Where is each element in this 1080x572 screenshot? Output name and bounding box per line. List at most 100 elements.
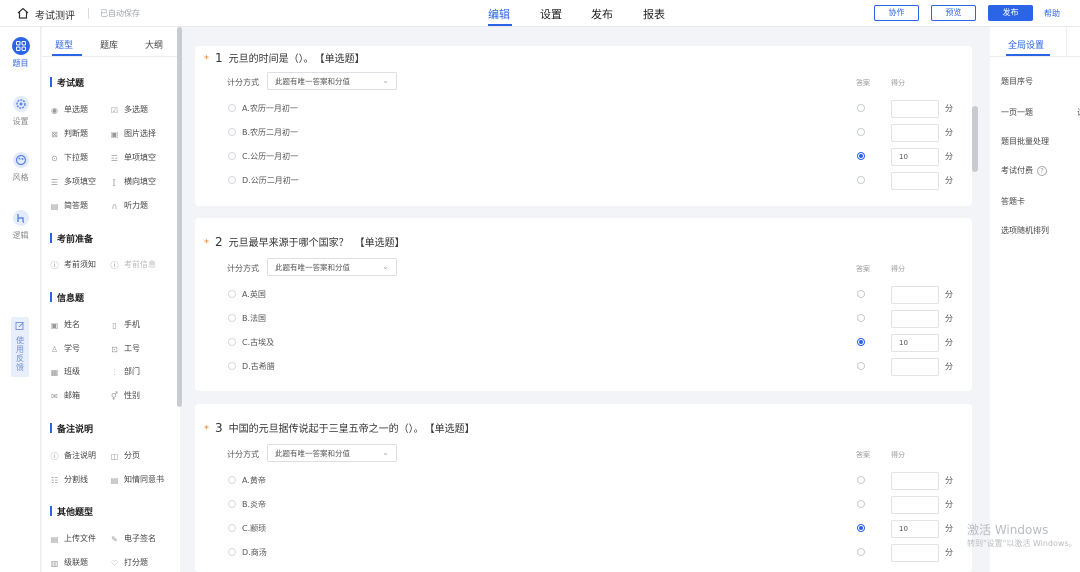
panel-tab-types[interactable]: 题型 — [55, 38, 73, 51]
publish-button[interactable]: 发布 — [988, 5, 1033, 21]
option-label[interactable]: B.炎帝 — [242, 499, 266, 510]
option-label[interactable]: A.黄帝 — [242, 475, 266, 486]
score-input[interactable]: 10 — [891, 520, 939, 538]
score-input[interactable] — [891, 100, 939, 118]
score-input[interactable] — [891, 358, 939, 376]
panel-tab-outline[interactable]: 大纲 — [145, 38, 163, 51]
rail-item-logic[interactable]: 逻辑 — [0, 209, 41, 241]
option-radio — [228, 500, 236, 508]
option-radio — [228, 290, 236, 298]
setting-exam-payment[interactable]: 考试付费? — [1001, 165, 1047, 176]
question-title[interactable]: 元旦的时间是（）。 — [229, 54, 314, 65]
component-cascade[interactable]: ▥ 级联题 — [50, 557, 88, 568]
component-employee-id[interactable]: ⊡ 工号 — [110, 343, 140, 354]
setting-batch-process[interactable]: 题目批量处理 — [1001, 136, 1049, 147]
option-label[interactable]: B.农历二月初一 — [242, 127, 298, 138]
help-icon[interactable]: ? — [1037, 166, 1047, 176]
score-input[interactable] — [891, 172, 939, 190]
setting-answer-card[interactable]: 答题卡 — [1001, 196, 1025, 207]
rail-item-style[interactable]: 风格 — [0, 151, 41, 183]
setting-question-number[interactable]: 题目序号 — [1001, 76, 1033, 87]
component-image-choice[interactable]: ▣ 图片选择 — [110, 128, 156, 139]
component-gender[interactable]: ⚥ 性别 — [110, 390, 140, 401]
answer-radio[interactable] — [857, 104, 865, 112]
component-short-answer[interactable]: ▤ 简答题 — [50, 200, 88, 211]
component-signature[interactable]: ✎ 电子签名 — [110, 533, 156, 544]
component-name[interactable]: ▣ 姓名 — [50, 319, 80, 330]
option-label[interactable]: A.英国 — [242, 289, 266, 300]
component-page-break[interactable]: ◫ 分页 — [110, 450, 140, 461]
component-single-choice[interactable]: ◉ 单选题 — [50, 104, 88, 115]
tab-edit[interactable]: 编辑 — [488, 6, 510, 22]
answer-radio[interactable] — [857, 524, 865, 532]
score-input[interactable]: 10 — [891, 148, 939, 166]
score-input[interactable] — [891, 496, 939, 514]
component-horizontal-fill[interactable]: ⟦ 横向填空 — [110, 176, 156, 187]
answer-radio[interactable] — [857, 500, 865, 508]
component-multi-fill[interactable]: ☰ 多项填空 — [50, 176, 96, 187]
component-single-fill[interactable]: ☲ 单项填空 — [110, 152, 156, 163]
component-true-false[interactable]: ⊠ 判断题 — [50, 128, 88, 139]
score-input[interactable] — [891, 544, 939, 562]
score-method-select[interactable]: 此题有唯一答案和分值 ⌄ — [267, 258, 397, 276]
answer-radio[interactable] — [857, 128, 865, 136]
option-label[interactable]: D.公历二月初一 — [242, 175, 299, 186]
answer-radio[interactable] — [857, 314, 865, 322]
answer-radio[interactable] — [857, 176, 865, 184]
option-label[interactable]: D.商汤 — [242, 547, 267, 558]
answer-radio[interactable] — [857, 338, 865, 346]
answer-radio[interactable] — [857, 290, 865, 298]
score-input[interactable]: 10 — [891, 334, 939, 352]
answer-radio[interactable] — [857, 476, 865, 484]
help-link[interactable]: 帮助 — [1044, 8, 1060, 19]
component-remark[interactable]: ⓘ 备注说明 — [50, 450, 97, 461]
component-dropdown[interactable]: ⊙ 下拉题 — [50, 152, 88, 163]
panel-tab-bank[interactable]: 题库 — [100, 38, 118, 51]
feedback-button[interactable]: 使用反馈 — [11, 317, 29, 377]
option-label[interactable]: C.颛顼 — [242, 523, 266, 534]
collab-button[interactable]: 协作 — [874, 5, 919, 21]
component-email[interactable]: ✉ 邮箱 — [50, 390, 80, 401]
component-class[interactable]: ▦ 班级 — [50, 366, 80, 377]
component-consent[interactable]: ▤ 知情同意书 — [110, 474, 164, 485]
component-listening[interactable]: ∩ 听力题 — [110, 200, 148, 211]
canvas-scrollbar[interactable] — [972, 106, 978, 172]
tab-report[interactable]: 报表 — [643, 6, 665, 22]
score-input[interactable] — [891, 124, 939, 142]
option-label[interactable]: B.法国 — [242, 313, 266, 324]
tab-settings[interactable]: 设置 — [540, 6, 562, 22]
option-label[interactable]: D.古希腊 — [242, 361, 275, 372]
answer-radio[interactable] — [857, 362, 865, 370]
question-card[interactable]: * 3 中国的元旦据传说起于三皇五帝之一的（）。 【单选题】 计分方式 此题有唯一答案… — [195, 404, 972, 572]
answer-radio[interactable] — [857, 152, 865, 160]
component-rating[interactable]: ♡ 打分题 — [110, 557, 148, 568]
score-input[interactable] — [891, 286, 939, 304]
component-student-id[interactable]: ♙ 学号 — [50, 343, 80, 354]
score-input[interactable] — [891, 310, 939, 328]
option-label[interactable]: C.公历一月初一 — [242, 151, 298, 162]
component-department[interactable]: ⫶ 部门 — [110, 366, 141, 377]
tab-global-settings[interactable]: 全局设置 — [1008, 38, 1044, 51]
component-exam-notice[interactable]: ⓘ 考前须知 — [50, 259, 97, 270]
question-title[interactable]: 中国的元旦据传说起于三皇五帝之一的（）。 — [229, 424, 424, 435]
score-method-select[interactable]: 此题有唯一答案和分值 ⌄ — [267, 72, 397, 90]
option-label[interactable]: C.古埃及 — [242, 337, 274, 348]
question-card[interactable]: * 1 元旦的时间是（）。 【单选题】 计分方式 此题有唯一答案和分值 ⌄ 答案 得分 … — [195, 46, 972, 206]
setting-one-per-page[interactable]: 一页一题 — [1001, 107, 1033, 118]
component-multi-choice[interactable]: ☑ 多选题 — [110, 104, 148, 115]
score-input[interactable] — [891, 472, 939, 490]
preview-button[interactable]: 预览 — [931, 5, 976, 21]
component-upload[interactable]: ▤ 上传文件 — [50, 533, 96, 544]
rail-item-settings[interactable]: 设置 — [0, 95, 41, 127]
question-title[interactable]: 元旦最早来源于哪个国家？ — [229, 238, 349, 249]
rail-item-questions[interactable]: 题目 — [0, 37, 41, 69]
score-method-select[interactable]: 此题有唯一答案和分值 ⌄ — [267, 444, 397, 462]
home-icon[interactable] — [16, 6, 30, 20]
answer-radio[interactable] — [857, 548, 865, 556]
question-card[interactable]: * 2 元旦最早来源于哪个国家？ 【单选题】 计分方式 此题有唯一答案和分值 ⌄ 答案 … — [195, 218, 972, 391]
option-label[interactable]: A.农历一月初一 — [242, 103, 298, 114]
tab-publish[interactable]: 发布 — [591, 6, 613, 22]
component-divider[interactable]: ☷ 分割线 — [50, 474, 88, 485]
component-phone[interactable]: ▯ 手机 — [110, 319, 140, 330]
setting-random-options[interactable]: 选项随机排列 — [1001, 225, 1049, 236]
